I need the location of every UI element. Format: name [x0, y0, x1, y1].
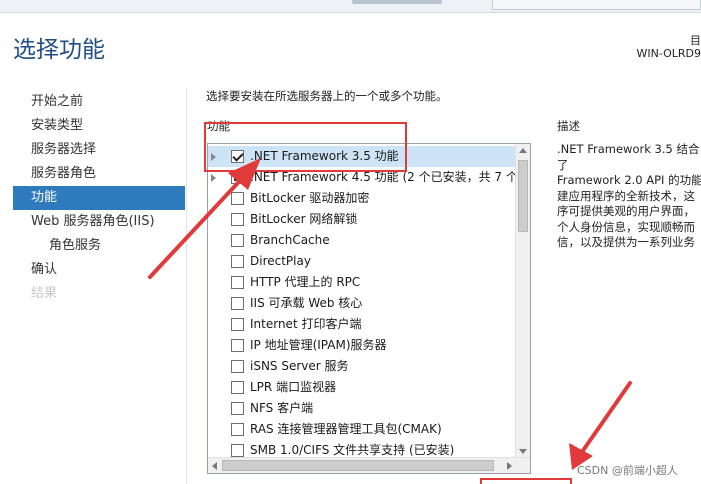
feature-checkbox[interactable]	[231, 234, 244, 247]
feature-label: LPR 端口监视器	[250, 380, 337, 394]
feature-row[interactable]: HTTP 代理上的 RPC	[208, 272, 515, 293]
feature-checkbox[interactable]	[231, 192, 244, 205]
nav-item-confirmation[interactable]: 确认	[13, 258, 185, 282]
feature-checkbox[interactable]	[231, 339, 244, 352]
nav-item-web-server-role[interactable]: Web 服务器角色(IIS)	[13, 210, 185, 234]
feature-label: IP 地址管理(IPAM)服务器	[250, 338, 387, 352]
nav-item-server-roles[interactable]: 服务器角色	[13, 162, 185, 186]
instruction-text: 选择要安装在所选服务器上的一个或多个功能。	[206, 89, 448, 103]
feature-row[interactable]: DirectPlay	[208, 251, 515, 272]
features-rows: .NET Framework 3.5 功能 .NET Framework 4.5 …	[208, 146, 523, 461]
feature-checkbox[interactable]	[231, 150, 244, 163]
annotation-next-button-box	[480, 478, 572, 484]
title-bar-fragment	[352, 0, 442, 4]
nav-divider	[186, 88, 187, 484]
destination-server-name: WIN-OLRD9	[636, 47, 701, 60]
feature-checkbox[interactable]	[231, 360, 244, 373]
feature-label: iSNS Server 服务	[250, 359, 349, 373]
nav-item-features[interactable]: 功能	[13, 186, 185, 210]
nav-item-before-you-begin[interactable]: 开始之前	[13, 90, 185, 114]
destination-server-info: 目 WIN-OLRD9	[636, 34, 701, 60]
page-title: 选择功能	[13, 37, 105, 63]
horizontal-scrollbar[interactable]	[208, 457, 530, 473]
feature-label: BitLocker 网络解锁	[250, 212, 358, 226]
description-label: 描述	[557, 119, 580, 133]
feature-row[interactable]: .NET Framework 3.5 功能	[208, 146, 515, 167]
feature-checkbox[interactable]	[231, 444, 244, 457]
watermark: CSDN @前端小超人	[577, 464, 678, 477]
feature-label: DirectPlay	[250, 254, 311, 268]
nav-item-installation-type[interactable]: 安装类型	[13, 114, 185, 138]
feature-label: Internet 打印客户端	[250, 317, 362, 331]
feature-row[interactable]: BranchCache	[208, 230, 515, 251]
feature-label: RAS 连接管理器管理工具包(CMAK)	[250, 422, 442, 436]
feature-label: .NET Framework 3.5 功能	[250, 149, 399, 163]
destination-server-label: 目	[690, 34, 701, 47]
feature-row[interactable]: BitLocker 网络解锁	[208, 209, 515, 230]
feature-row[interactable]: RAS 连接管理器管理工具包(CMAK)	[208, 419, 515, 440]
nav-item-results: 结果	[31, 286, 58, 301]
wizard-nav: 开始之前 安装类型 服务器选择 服务器角色 功能 Web 服务器角色(IIS) …	[13, 90, 185, 306]
feature-row[interactable]: LPR 端口监视器	[208, 377, 515, 398]
horizontal-scroll-thumb[interactable]	[222, 460, 494, 471]
scroll-up-arrow-icon[interactable]	[519, 148, 527, 153]
feature-label: NFS 客户端	[250, 401, 314, 415]
scroll-right-arrow-icon[interactable]	[507, 462, 512, 470]
feature-row[interactable]: Internet 打印客户端	[208, 314, 515, 335]
annotation-arrow-right-icon	[569, 381, 632, 470]
nav-item-server-selection[interactable]: 服务器选择	[13, 138, 185, 162]
expand-arrow-icon[interactable]	[211, 174, 216, 182]
feature-label: BitLocker 驱动器加密	[250, 191, 370, 205]
feature-row[interactable]: BitLocker 驱动器加密	[208, 188, 515, 209]
feature-label: IIS 可承载 Web 核心	[250, 296, 363, 310]
feature-row[interactable]: .NET Framework 4.5 功能 (2 个已安装，共 7 个)	[208, 167, 523, 188]
feature-label: HTTP 代理上的 RPC	[250, 275, 361, 289]
feature-checkbox[interactable]	[231, 171, 244, 184]
feature-row[interactable]: IIS 可承载 Web 核心	[208, 293, 515, 314]
feature-checkbox[interactable]	[231, 381, 244, 394]
top-button-fragment	[492, 0, 701, 10]
feature-row[interactable]: iSNS Server 服务	[208, 356, 515, 377]
feature-checkbox[interactable]	[231, 213, 244, 226]
feature-row[interactable]: NFS 客户端	[208, 398, 515, 419]
feature-checkbox[interactable]	[231, 297, 244, 310]
expand-arrow-icon[interactable]	[211, 153, 216, 161]
window-top-strip	[0, 0, 701, 13]
scroll-left-arrow-icon[interactable]	[212, 462, 217, 470]
nav-item-role-services[interactable]: 角色服务	[13, 234, 185, 258]
feature-label: BranchCache	[250, 233, 330, 247]
feature-checkbox[interactable]	[231, 255, 244, 268]
feature-row[interactable]: IP 地址管理(IPAM)服务器	[208, 335, 515, 356]
scroll-down-arrow-icon[interactable]	[519, 449, 527, 454]
feature-checkbox[interactable]	[231, 402, 244, 415]
vertical-scrollbar[interactable]	[515, 144, 530, 458]
features-tree[interactable]: .NET Framework 3.5 功能 .NET Framework 4.5 …	[207, 143, 531, 474]
feature-checkbox[interactable]	[231, 423, 244, 436]
feature-checkbox[interactable]	[231, 318, 244, 331]
features-label: 功能	[207, 119, 230, 133]
description-text: .NET Framework 3.5 结合了 Framework 2.0 API…	[557, 142, 701, 252]
vertical-scroll-thumb[interactable]	[518, 160, 528, 232]
feature-checkbox[interactable]	[231, 276, 244, 289]
feature-label: .NET Framework 4.5 功能 (2 个已安装，共 7 个)	[250, 170, 523, 184]
